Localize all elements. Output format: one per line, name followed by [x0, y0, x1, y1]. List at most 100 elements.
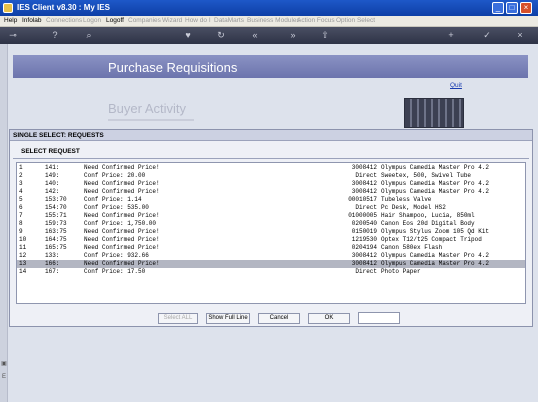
cell-desc: Canon 580ex Flash	[381, 244, 443, 251]
cell-part: 00010517	[348, 196, 377, 203]
refresh-icon[interactable]: ↻	[216, 30, 226, 40]
cell-part: 1219530	[351, 236, 377, 243]
heart-icon[interactable]: ♥	[183, 30, 193, 40]
list-item[interactable]: 5 153:70 Conf Price: 1.14 00010517 Tubeless …	[17, 196, 525, 204]
title-bar: IES Client v8.30 : My IES _ □ ×	[0, 0, 538, 16]
close-icon[interactable]: ×	[515, 30, 525, 40]
cell-part: 3008412	[351, 180, 377, 187]
page-title: Purchase Requisitions	[108, 60, 238, 75]
list-item[interactable]: 12 133: Conf Price: 932.66 3008412 Olympus C…	[17, 252, 525, 260]
help-icon[interactable]: ?	[50, 30, 60, 40]
cell-desc: Sweetex, 500, Swivel Tube	[381, 172, 472, 179]
dialog-subtitle: SELECT REQUEST	[21, 148, 80, 155]
menu-item-companies[interactable]: Companies	[128, 17, 161, 24]
forward-icon[interactable]: »	[288, 30, 298, 40]
cell-part: 3008412	[351, 252, 377, 259]
cell-code: 155:71	[45, 212, 67, 219]
add-icon[interactable]: +	[446, 30, 456, 40]
back-icon[interactable]: «	[250, 30, 260, 40]
cell-idx: 2	[19, 172, 23, 179]
cell-idx: 11	[19, 244, 27, 251]
request-list[interactable]: 1 141: Need Confirmed Price! 3008412 Olympus…	[16, 162, 526, 304]
divider	[13, 158, 529, 159]
menu-item-connections[interactable]: Connections	[46, 17, 82, 24]
list-item[interactable]: 7 155:71 Need Confirmed Price! 01000005 Hair…	[17, 212, 525, 220]
list-item[interactable]: 8 159:73 Conf Price: 1,750.00 0200540 Canon …	[17, 220, 525, 228]
show-full-line-button[interactable]: Show Full Line	[206, 313, 250, 324]
side-text-icon[interactable]: E	[1, 374, 7, 380]
window-title: IES Client v8.30 : My IES	[17, 3, 110, 12]
menu-item-logon[interactable]: Logon	[83, 17, 101, 24]
menu-item-datamarts[interactable]: DataMarts	[214, 17, 244, 24]
list-item[interactable]: 13 166: Need Confirmed Price! 3008412 Olympu…	[17, 260, 525, 268]
list-item[interactable]: 2 149: Conf Price: 20.00 Direct Sweetex, 500…	[17, 172, 525, 180]
list-item[interactable]: 10 164:75 Need Confirmed Price! 1219530 Opte…	[17, 236, 525, 244]
minimize-button[interactable]: _	[492, 2, 504, 14]
list-item[interactable]: 3 140: Need Confirmed Price! 3008412 Olympus…	[17, 180, 525, 188]
cell-idx: 7	[19, 212, 23, 219]
list-item[interactable]: 1 141: Need Confirmed Price! 3008412 Olympus…	[17, 164, 525, 172]
menu-item-infolab[interactable]: Infolab	[22, 17, 42, 24]
maximize-button[interactable]: □	[506, 2, 518, 14]
list-item[interactable]: 4 142: Need Confirmed Price! 3008412 Olympus…	[17, 188, 525, 196]
menu-item-how-do-i[interactable]: How do I	[185, 17, 211, 24]
cell-code: 140:	[45, 180, 60, 187]
list-item[interactable]: 11 165:75 Need Confirmed Price! 0204194 Cano…	[17, 244, 525, 252]
upload-icon[interactable]: ⇧	[320, 30, 330, 40]
quit-link[interactable]: Quit	[450, 82, 462, 89]
menu-item-action-focus[interactable]: Action Focus	[297, 17, 335, 24]
cell-code: 149:	[45, 172, 60, 179]
cell-desc: Olympus Camedia Master Pro 4.2	[381, 164, 490, 171]
menu-item-help[interactable]: Help	[4, 17, 17, 24]
cell-desc: Pc Desk, Model HS2	[381, 204, 446, 211]
cancel-button[interactable]: Cancel	[258, 313, 300, 324]
cell-code: 167:	[45, 268, 60, 275]
section-underline	[108, 119, 194, 121]
cell-code: 141:	[45, 164, 60, 171]
menu-item-business-modules[interactable]: Business Modules	[247, 17, 300, 24]
cell-desc: Tubeless Valve	[381, 196, 432, 203]
cell-code: 163:75	[45, 228, 67, 235]
menu-item-option-select[interactable]: Option Select	[336, 17, 375, 24]
side-bar-icon[interactable]: ▣	[1, 360, 7, 367]
menu-item-wizard[interactable]: Wizard	[162, 17, 182, 24]
left-side-strip: ▣ E	[0, 44, 8, 402]
select-dialog: SINGLE SELECT: REQUESTS SELECT REQUEST 1…	[9, 129, 533, 327]
cell-desc: Olympus Camedia Master Pro 4.2	[381, 188, 490, 195]
list-item[interactable]: 6 154:70 Conf Price: 535.00 Direct Pc Desk, …	[17, 204, 525, 212]
list-item[interactable]: 14 167: Conf Price: 17.50 Direct Photo Paper	[17, 268, 525, 276]
ok-button[interactable]: OK	[308, 313, 350, 324]
menu-item-logoff[interactable]: Logoff	[106, 17, 124, 24]
dialog-input[interactable]	[358, 312, 400, 324]
list-item[interactable]: 9 163:75 Need Confirmed Price! 0150019 Olymp…	[17, 228, 525, 236]
page-banner	[13, 55, 528, 78]
cell-status: Need Confirmed Price!	[84, 188, 160, 195]
cell-code: 159:73	[45, 220, 67, 227]
cell-status: Need Confirmed Price!	[84, 228, 160, 235]
cell-idx: 3	[19, 180, 23, 187]
cell-code: 166:	[45, 260, 60, 267]
cell-code: 154:70	[45, 204, 67, 211]
cell-part: 3008412	[351, 164, 377, 171]
key-icon[interactable]: ⊸	[8, 30, 18, 40]
cell-status: Need Confirmed Price!	[84, 244, 160, 251]
cell-idx: 14	[19, 268, 27, 275]
cell-idx: 4	[19, 188, 23, 195]
cell-part: 0204194	[351, 244, 377, 251]
cell-part: Direct	[355, 204, 377, 211]
cell-code: 153:70	[45, 196, 67, 203]
cell-desc: Hair Shampoo, Lucia, 850ml	[381, 212, 475, 219]
cell-part: 01000005	[348, 212, 377, 219]
select-all-button[interactable]: Select ALL	[158, 313, 198, 324]
cell-status: Conf Price: 932.66	[84, 252, 149, 259]
cell-idx: 1	[19, 164, 23, 171]
cell-part: 0150019	[351, 228, 377, 235]
search-icon[interactable]: ⌕	[84, 30, 94, 40]
cell-idx: 6	[19, 204, 23, 211]
cell-desc: Photo Paper	[381, 268, 421, 275]
cell-idx: 12	[19, 252, 27, 259]
cell-part: Direct	[355, 268, 377, 275]
check-icon[interactable]: ✓	[482, 30, 492, 40]
cell-desc: Optex T12/t25 Compact Tripod	[381, 236, 482, 243]
close-window-button[interactable]: ×	[520, 2, 532, 14]
